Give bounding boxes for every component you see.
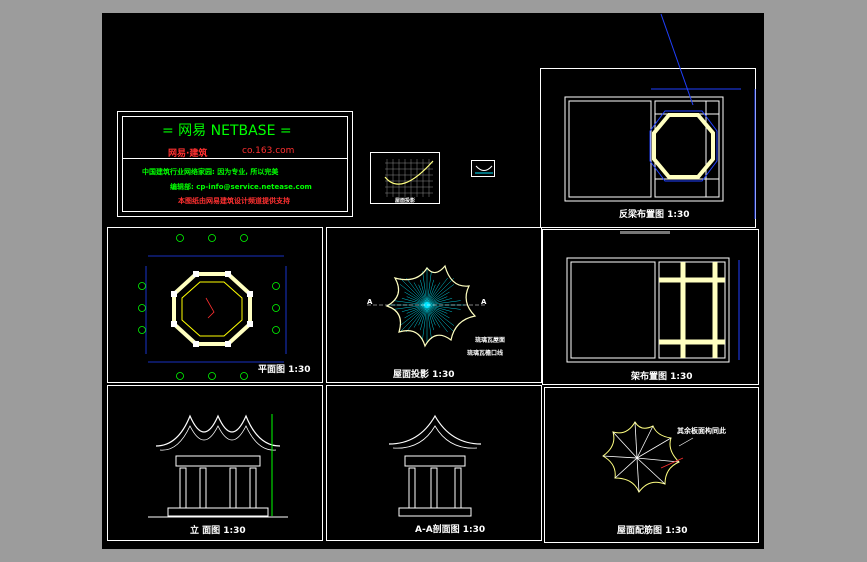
projection-ray [426, 298, 453, 306]
projection-ray [420, 304, 428, 331]
title-block: = 网易 NETBASE = 网易·建筑 co.163.com 中国建筑行业网络… [117, 111, 353, 217]
projection-ray [426, 277, 455, 306]
projection-ray [426, 279, 434, 306]
projection-ray [426, 304, 453, 312]
projection-ray [420, 279, 428, 306]
projection-ray [399, 277, 428, 306]
tb-line1: 中国建筑行业网络家园: 因为专业, 所以完美 [142, 168, 279, 176]
frame-layout-svg [566, 257, 740, 363]
frame-layout-title: 架布置图 1:30 [631, 372, 693, 382]
small-thumbnail[interactable] [471, 160, 495, 177]
projection-ray [426, 304, 434, 331]
view-floor-plan[interactable]: 平面图 1:30 [107, 227, 323, 383]
view-frame-layout[interactable]: 架布置图 1:30 [542, 229, 759, 385]
projection-ray [399, 304, 428, 333]
projection-ray [426, 304, 455, 333]
roof-rebar-title: 屋面配筋图 1:30 [617, 526, 688, 536]
brand-sub-left: 网易·建筑 [168, 149, 208, 159]
grid-thumbnail[interactable]: 屋面投影 [370, 152, 440, 204]
thumb-label: 屋面投影 [395, 198, 416, 204]
proj-note-1: 琉璃瓦屋面 [475, 337, 506, 344]
projection-ray [401, 304, 428, 312]
view-elevation[interactable]: 立 面图 1:30 [107, 385, 323, 541]
roof-frame-plan-title: 反梁布置图 1:30 [619, 210, 690, 220]
tb-line3: 本图纸由网易建筑设计频道提供支持 [178, 197, 290, 205]
view-roof-rebar[interactable]: 其余板面构同此 屋面配筋图 1:30 [544, 387, 759, 543]
elevation-title: 立 面图 1:30 [190, 526, 246, 536]
brand-title: = 网易 NETBASE = [162, 123, 292, 139]
roof-projection-title: 屋面投影 1:30 [393, 370, 455, 380]
view-roof-frame-plan[interactable]: 反梁布置图 1:30 [540, 13, 756, 228]
section-aa-title: A-A剖面图 1:30 [415, 525, 486, 535]
view-roof-projection[interactable]: A A 琉璃瓦屋面 琉璃瓦檐口线 屋面投影 1:30 [326, 227, 542, 383]
proj-note-2: 琉璃瓦檐口线 [467, 350, 504, 357]
view-section-aa[interactable]: A-A剖面图 1:30 [326, 385, 542, 541]
floor-plan-svg [138, 234, 287, 380]
roof-projection-svg [367, 264, 487, 348]
divider-bar [620, 231, 670, 234]
title-divider [122, 158, 348, 159]
section-aa-svg [388, 414, 482, 517]
proj-section-a-left: A [367, 298, 373, 306]
brand-sub-right: co.163.com [242, 146, 295, 156]
elevation-svg [148, 414, 288, 518]
tb-line2: 编辑部: cp-info@service.netease.com [170, 183, 312, 191]
proj-section-a-right: A [481, 298, 487, 306]
floor-plan-title: 平面图 1:30 [258, 365, 311, 375]
roof-frame-plan-svg [564, 13, 756, 219]
small-thumbnail-svg [475, 165, 493, 174]
drawing-canvas[interactable]: = 网易 NETBASE = 网易·建筑 co.163.com 中国建筑行业网络… [102, 13, 764, 549]
projection-ray [401, 298, 428, 306]
rebar-note: 其余板面构同此 [677, 427, 726, 435]
roof-rebar-svg [602, 421, 694, 494]
